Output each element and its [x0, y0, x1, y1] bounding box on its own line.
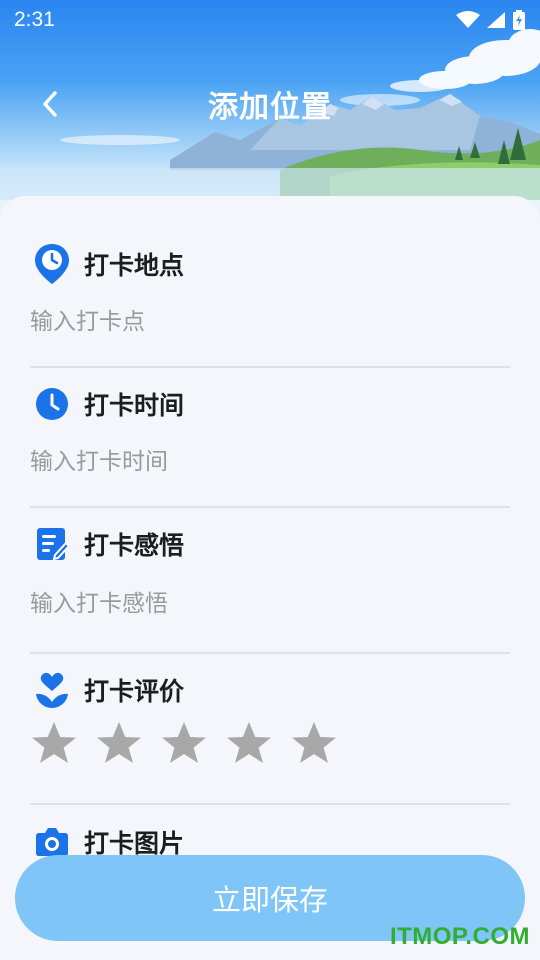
- rating-header: 打卡评价: [30, 666, 510, 714]
- location-pin-icon: [32, 244, 72, 284]
- divider: [30, 506, 510, 508]
- rating-label: 打卡评价: [84, 677, 185, 706]
- time-label: 打卡时间: [84, 391, 185, 420]
- location-section: 打卡地点: [30, 240, 510, 344]
- page-title: 添加位置: [208, 90, 332, 125]
- heart-flower-icon: [32, 670, 72, 710]
- status-icons: [456, 10, 526, 30]
- feelings-input[interactable]: [30, 582, 510, 626]
- watermark: ITMOP.COM: [389, 923, 530, 950]
- time-input[interactable]: [30, 440, 510, 484]
- edit-note-icon: [32, 524, 72, 564]
- star-icon[interactable]: [95, 720, 143, 768]
- status-time: 2:31: [14, 8, 55, 31]
- time-header: 打卡时间: [30, 380, 510, 428]
- rating-section: 打卡评价: [30, 666, 510, 768]
- star-icon[interactable]: [225, 720, 273, 768]
- wifi-icon: [456, 11, 480, 28]
- star-rating: [30, 720, 510, 768]
- feelings-label: 打卡感悟: [84, 531, 185, 560]
- feelings-header: 打卡感悟: [30, 520, 510, 568]
- location-header: 打卡地点: [30, 240, 510, 288]
- feelings-section: 打卡感悟: [30, 520, 510, 626]
- signal-icon: [487, 12, 505, 28]
- time-section: 打卡时间: [30, 380, 510, 484]
- divider: [30, 803, 510, 805]
- divider: [30, 366, 510, 368]
- title-bar: 添加位置: [0, 74, 540, 136]
- star-icon[interactable]: [30, 720, 78, 768]
- battery-icon: [513, 10, 525, 30]
- star-icon[interactable]: [290, 720, 338, 768]
- location-label: 打卡地点: [84, 251, 185, 280]
- clock-icon: [32, 384, 72, 424]
- status-bar: 2:31: [0, 0, 540, 40]
- divider: [30, 652, 510, 654]
- star-icon[interactable]: [160, 720, 208, 768]
- location-input[interactable]: [30, 300, 510, 344]
